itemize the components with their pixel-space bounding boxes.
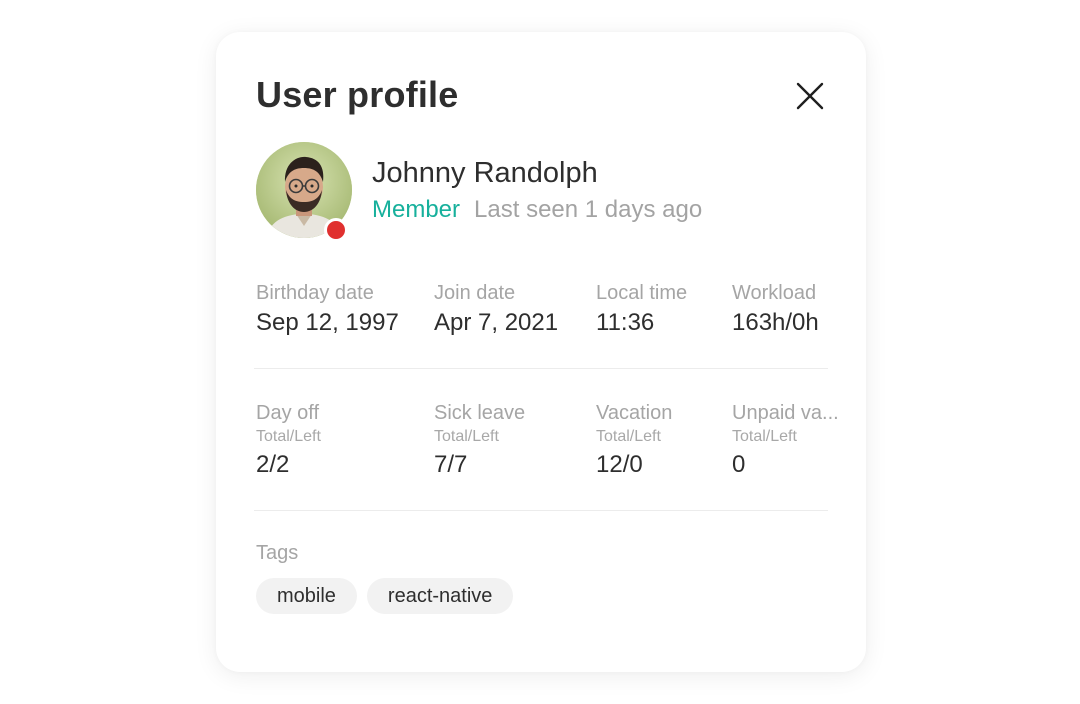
divider [254, 510, 828, 511]
detail-value: Apr 7, 2021 [434, 309, 559, 336]
user-meta: Member Last seen 1 days ago [372, 196, 702, 224]
detail-label: Join date [434, 282, 516, 304]
user-name: Johnny Randolph [372, 157, 598, 189]
leave-unpaid-vacation: Unpaid va... Total/Left 0 [732, 400, 840, 480]
detail-birthday: Birthday date Sep 12, 1997 [256, 280, 399, 338]
close-button[interactable] [794, 80, 826, 112]
divider [254, 368, 828, 369]
detail-value: 11:36 [596, 309, 655, 336]
avatar-container [256, 142, 352, 242]
leave-vacation: Vacation Total/Left 12/0 [596, 400, 672, 480]
tags-list: mobile react-native [256, 578, 514, 614]
leave-sick-leave: Sick leave Total/Left 7/7 [434, 400, 525, 480]
leave-value: 2/2 [256, 451, 290, 478]
detail-label: Workload [732, 282, 817, 304]
detail-value: Sep 12, 1997 [256, 309, 399, 336]
leave-value: 7/7 [434, 451, 468, 478]
leave-day-off: Day off Total/Left 2/2 [256, 400, 321, 480]
tag-chip[interactable]: react-native [366, 578, 514, 614]
dialog-title: User profile [256, 74, 459, 115]
close-icon [796, 82, 824, 110]
detail-label: Local time [596, 282, 688, 304]
leave-sublabel: Total/Left [256, 428, 321, 445]
user-profile-dialog: User profile Johnny Randolph Member Last… [216, 32, 866, 672]
detail-join-date: Join date Apr 7, 2021 [434, 280, 558, 338]
leave-label: Sick leave [434, 402, 526, 424]
leave-label: Vacation [596, 402, 673, 424]
detail-label: Birthday date [256, 282, 374, 304]
detail-local-time: Local time 11:36 [596, 280, 687, 338]
detail-value: 163h/0h [732, 309, 819, 336]
tags-label: Tags [256, 542, 299, 564]
leave-sublabel: Total/Left [434, 428, 499, 445]
tag-chip[interactable]: mobile [256, 578, 357, 614]
leaves-row: Day off Total/Left 2/2 Sick leave Total/… [256, 400, 846, 480]
last-seen-text: Last seen 1 days ago [474, 196, 703, 223]
status-dot [324, 218, 348, 242]
user-role: Member [372, 196, 461, 223]
leave-sublabel: Total/Left [596, 428, 661, 445]
detail-workload: Workload 163h/0h [732, 280, 840, 338]
leave-label: Unpaid va... [732, 402, 839, 424]
leave-value: 12/0 [596, 451, 643, 478]
details-row: Birthday date Sep 12, 1997 Join date Apr… [256, 280, 846, 360]
leave-sublabel: Total/Left [732, 428, 797, 445]
leave-label: Day off [256, 402, 319, 424]
leave-value: 0 [732, 451, 746, 478]
